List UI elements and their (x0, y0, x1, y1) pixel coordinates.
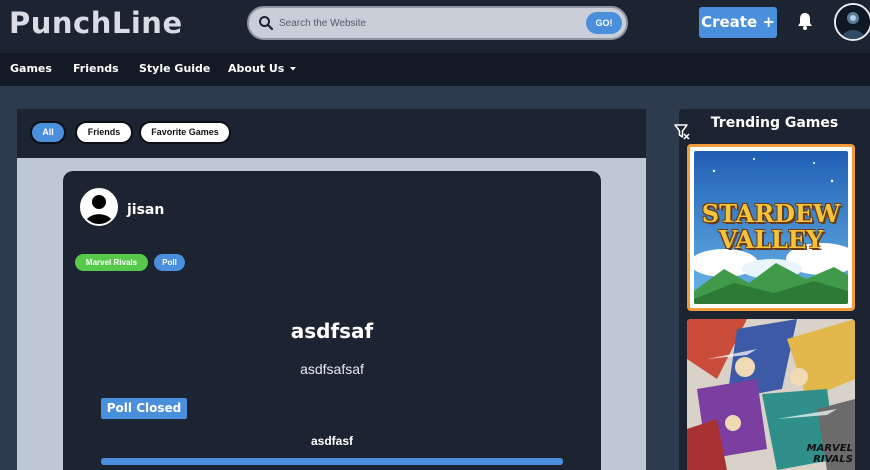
nav-style-guide[interactable]: Style Guide (139, 62, 210, 75)
search-input[interactable] (279, 15, 569, 31)
tag-game[interactable]: Marvel Rivals (75, 254, 148, 271)
nav-about-us[interactable]: About Us (228, 62, 297, 75)
avatar-image-icon (836, 5, 870, 39)
site-logo[interactable]: PunchLine (9, 6, 183, 40)
post-author-avatar[interactable] (80, 188, 118, 226)
search-icon (259, 16, 274, 31)
game-cover-image: STARDEW VALLEY (694, 151, 848, 304)
game-title-line: VALLEY (718, 225, 824, 254)
nav-friends[interactable]: Friends (73, 62, 119, 75)
game-title-art: STARDEW VALLEY (694, 201, 848, 253)
filter-all[interactable]: All (30, 121, 66, 144)
user-avatar[interactable] (834, 3, 870, 41)
nav-about-us-label: About Us (228, 62, 285, 75)
nav-games[interactable]: Games (10, 62, 52, 75)
post-card: jisan Marvel Rivals Poll asdfsaf asdfsaf… (63, 171, 601, 470)
create-button[interactable]: Create + (699, 7, 777, 38)
default-user-icon (82, 190, 116, 224)
main-nav: Games Friends Style Guide About Us (0, 53, 870, 86)
trending-title: Trending Games (710, 115, 839, 131)
tag-post-type[interactable]: Poll (154, 254, 185, 271)
game-title-art: MARVEL RIVALS (806, 443, 853, 465)
trending-game-card[interactable]: MARVEL RIVALS (687, 319, 855, 470)
notification-bell-icon[interactable] (795, 11, 815, 31)
poll-status-badge: Poll Closed (101, 398, 187, 419)
filter-friends[interactable]: Friends (75, 121, 133, 144)
top-header: PunchLine GO! Create + (0, 0, 870, 53)
poll-result-fill (101, 458, 563, 465)
search-bar: GO! (247, 6, 628, 40)
feed-filter-bar: All Friends Favorite Games (17, 109, 646, 158)
search-go-button[interactable]: GO! (586, 12, 622, 34)
game-title-line: STARDEW (701, 199, 841, 228)
filter-icon[interactable] (673, 123, 691, 141)
poll-result-bar (101, 458, 563, 465)
poll-option-label: asdfasf (310, 434, 354, 448)
post-author-name[interactable]: jisan (127, 202, 164, 218)
caret-down-icon (290, 67, 297, 71)
post-body: asdfsafsaf (300, 361, 364, 377)
trending-game-card[interactable]: STARDEW VALLEY (687, 144, 855, 311)
post-title: asdfsaf (290, 319, 374, 343)
filter-favorite-games[interactable]: Favorite Games (139, 121, 231, 144)
